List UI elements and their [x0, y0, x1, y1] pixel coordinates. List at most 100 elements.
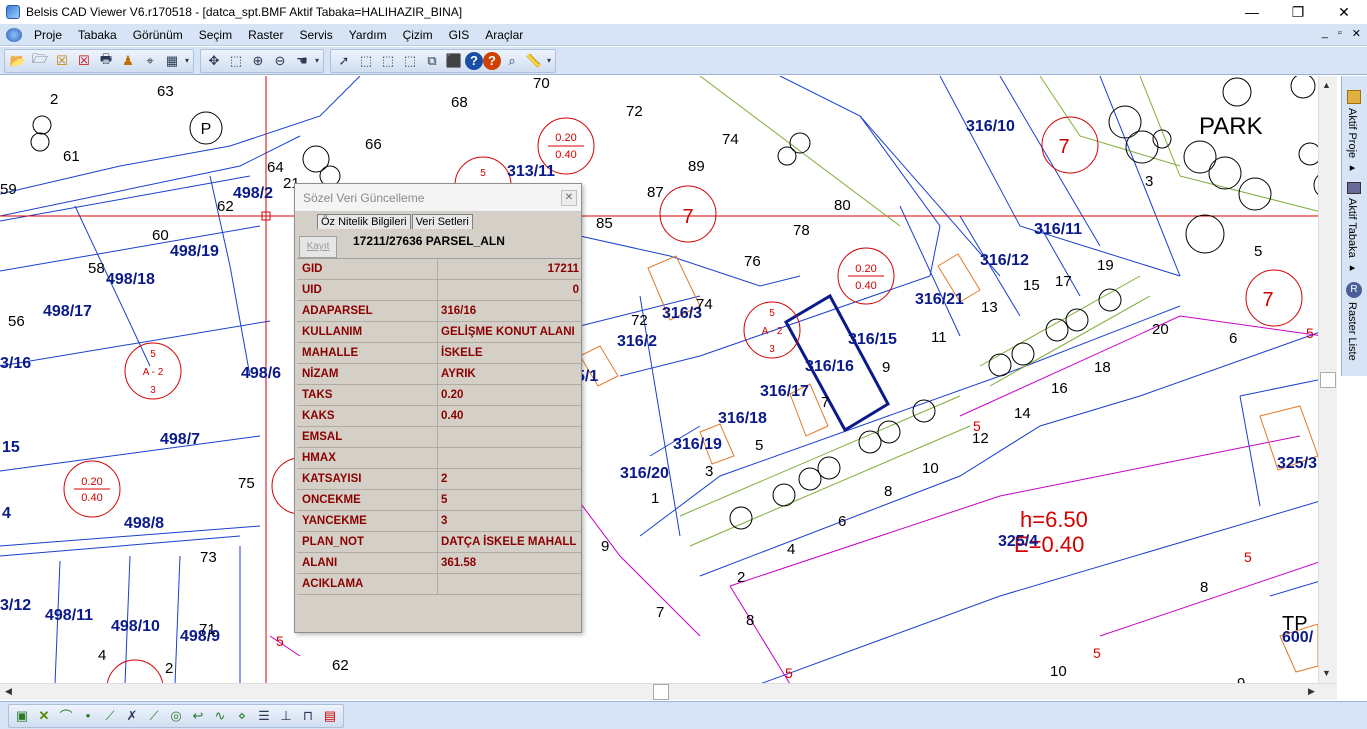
print-preview-icon[interactable]: 🖶: [95, 51, 117, 71]
open-folder-icon[interactable]: 📂: [7, 51, 29, 71]
binoculars-icon[interactable]: ⌕: [501, 51, 523, 71]
layer-stack-icon[interactable]: ▤: [319, 706, 341, 726]
field-value[interactable]: 361.58: [438, 553, 581, 573]
line-icon[interactable]: ⟋: [99, 706, 121, 726]
field-value[interactable]: 5: [438, 490, 581, 510]
help-red-icon[interactable]: ?: [483, 51, 501, 70]
menu-tabaka[interactable]: Tabaka: [70, 24, 125, 46]
dimension-icon[interactable]: ⊥: [275, 706, 297, 726]
field-value[interactable]: 17211: [438, 259, 581, 279]
select-info-icon[interactable]: ⬚: [399, 51, 421, 71]
arch-icon[interactable]: ⊓: [297, 706, 319, 726]
polyline-icon[interactable]: ⟋: [143, 706, 165, 726]
target-icon[interactable]: ⌖: [139, 51, 161, 71]
field-value[interactable]: [438, 574, 581, 594]
field-value[interactable]: [438, 427, 581, 447]
vertical-scrollbar[interactable]: ▲ ▼: [1318, 76, 1337, 684]
wave-icon[interactable]: ∿: [209, 706, 231, 726]
svg-text:316/17: 316/17: [760, 383, 809, 400]
field-value[interactable]: 316/16: [438, 301, 581, 321]
field-value[interactable]: 3: [438, 511, 581, 531]
node-icon[interactable]: ⋄: [231, 706, 253, 726]
field-value[interactable]: 0: [438, 280, 581, 300]
field-value[interactable]: 0.20: [438, 385, 581, 405]
zoom-window-icon[interactable]: ⬚: [225, 51, 247, 71]
scroll-down-icon[interactable]: ▼: [1322, 668, 1331, 678]
select-cross-icon[interactable]: ⬚: [377, 51, 399, 71]
delete-icon[interactable]: ☒: [73, 51, 95, 71]
field-value[interactable]: AYRIK: [438, 364, 581, 384]
close-button[interactable]: ✕: [1321, 0, 1367, 24]
select-all-icon[interactable]: ⧉: [421, 51, 443, 71]
menu-yardim[interactable]: Yardım: [341, 24, 395, 46]
table-row: NİZAM AYRIK: [297, 364, 581, 385]
intersect-icon[interactable]: ✗: [121, 706, 143, 726]
menu-servis[interactable]: Servis: [291, 24, 340, 46]
toolbar-dropdown-3[interactable]: ▾: [545, 51, 553, 71]
calculator-icon[interactable]: ▦: [161, 51, 183, 71]
svg-text:12: 12: [972, 430, 989, 447]
map-canvas[interactable]: P 0.20 0.40 0.20 0.40 0.20 0.40 5 A - 2 …: [0, 76, 1337, 684]
mdi-close-button[interactable]: ✕: [1352, 27, 1361, 40]
tab-oz-nitelik[interactable]: Öz Nitelik Bilgileri: [317, 214, 411, 229]
mdi-restore-button[interactable]: ▫: [1338, 27, 1342, 40]
minimize-button[interactable]: —: [1229, 0, 1275, 24]
maximize-button[interactable]: ❐: [1275, 0, 1321, 24]
svg-text:498/19: 498/19: [170, 243, 219, 260]
field-value[interactable]: [438, 448, 581, 468]
tab-veri-setleri[interactable]: Veri Setleri: [411, 214, 473, 229]
menu-gis[interactable]: GIS: [441, 24, 478, 46]
circle-target-icon[interactable]: ◎: [165, 706, 187, 726]
scroll-right-icon[interactable]: ▶: [1308, 686, 1315, 697]
tab-aktif-tabaka[interactable]: Aktif Tabaka ▸: [1346, 198, 1359, 274]
person-icon[interactable]: ♟: [117, 51, 139, 71]
save-button[interactable]: Kayıt: [299, 236, 337, 258]
hand-icon[interactable]: ☚: [291, 51, 313, 71]
mdi-minimize-button[interactable]: _: [1322, 27, 1328, 40]
scroll-up-icon[interactable]: ▲: [1322, 80, 1331, 90]
close-file-icon[interactable]: ☒: [51, 51, 73, 71]
svg-text:18: 18: [1094, 359, 1111, 376]
horizontal-scrollbar[interactable]: ◀ ▶: [0, 683, 1337, 700]
pointer-icon[interactable]: ➚: [333, 51, 355, 71]
curve-icon[interactable]: ⌒: [55, 706, 77, 726]
pan-icon[interactable]: ✥: [203, 51, 225, 71]
field-value[interactable]: 2: [438, 469, 581, 489]
open-file-icon[interactable]: 🗁: [29, 51, 51, 71]
menu-gorunum[interactable]: Görünüm: [125, 24, 191, 46]
tab-aktif-proje[interactable]: Aktif Proje ▸: [1346, 108, 1359, 174]
toolbar-dropdown-2[interactable]: ▾: [313, 51, 321, 71]
map-image-icon[interactable]: ▣: [11, 706, 33, 726]
measure-icon[interactable]: 📏: [523, 51, 545, 71]
menu-raster[interactable]: Raster: [240, 24, 291, 46]
menu-secim[interactable]: Seçim: [191, 24, 240, 46]
zoom-in-icon[interactable]: ⊕: [247, 51, 269, 71]
globe-icon[interactable]: [6, 27, 22, 42]
svg-text:7: 7: [682, 206, 693, 228]
map-drawing[interactable]: P 0.20 0.40 0.20 0.40 0.20 0.40 5 A - 2 …: [0, 76, 1337, 684]
svg-text:75: 75: [238, 475, 255, 492]
field-value[interactable]: 0.40: [438, 406, 581, 426]
field-value[interactable]: İSKELE: [438, 343, 581, 363]
dialog-close-button[interactable]: ✕: [561, 190, 577, 206]
cross-icon[interactable]: ✕: [33, 706, 55, 726]
field-value[interactable]: DATÇA İSKELE MAHALL: [438, 532, 581, 552]
horizontal-scroll-thumb[interactable]: [653, 684, 669, 700]
svg-text:5: 5: [755, 437, 763, 454]
text-line-icon[interactable]: ☰: [253, 706, 275, 726]
toolbar-dropdown-1[interactable]: ▾: [183, 51, 191, 71]
field-value[interactable]: GELİŞME KONUT ALANI: [438, 322, 581, 342]
tab-raster-liste[interactable]: Raster Liste: [1346, 302, 1358, 361]
select-box-icon[interactable]: ⬚: [355, 51, 377, 71]
svg-text:16: 16: [1051, 380, 1068, 397]
menu-proje[interactable]: Proje: [26, 24, 70, 46]
scroll-left-icon[interactable]: ◀: [5, 686, 12, 697]
point-icon[interactable]: •: [77, 706, 99, 726]
menu-cizim[interactable]: Çizim: [395, 24, 441, 46]
layer-select-icon[interactable]: ⬛: [443, 51, 465, 71]
arc-icon[interactable]: ↩: [187, 706, 209, 726]
vertical-scroll-thumb[interactable]: [1320, 372, 1336, 388]
menu-araclar[interactable]: Araçlar: [477, 24, 531, 46]
zoom-out-icon[interactable]: ⊖: [269, 51, 291, 71]
help-icon[interactable]: ?: [465, 51, 483, 70]
